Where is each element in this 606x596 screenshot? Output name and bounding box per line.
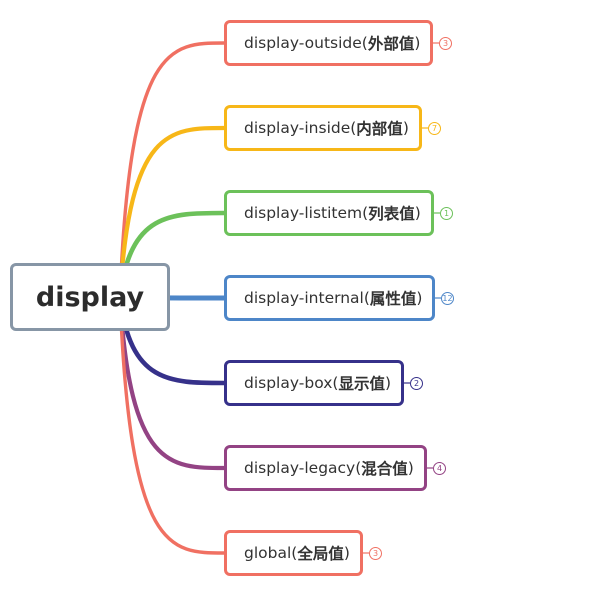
child-count-badge[interactable]: 2 [410,376,423,390]
node-close: ) [414,34,421,52]
node-suffix: 内部值 [356,120,403,138]
root-node-display[interactable]: display [10,263,170,331]
node-suffix: 列表值 [368,205,415,223]
node-suffix: 属性值 [369,290,417,308]
node-display-inside[interactable]: display-inside(内部值) [224,105,422,151]
node-label: display-legacy( [244,459,362,477]
node-display-internal[interactable]: display-internal(属性值) [224,275,436,321]
child-count-badge[interactable]: 1 [440,206,453,220]
node-display-listitem[interactable]: display-listitem(列表值) [224,190,434,236]
child-count-badge[interactable]: 3 [369,546,382,560]
node-close: ) [407,459,414,477]
node-suffix: 外部值 [367,35,415,53]
node-label: global( [244,544,298,562]
node-display-outside[interactable]: display-outside(外部值) [224,20,434,66]
child-count-badge[interactable]: 7 [428,121,441,135]
child-count-badge[interactable]: 3 [439,36,452,50]
node-suffix: 混合值 [361,460,408,478]
node-suffix: 显示值 [338,375,385,393]
node-close: ) [416,289,423,307]
child-count-badge[interactable]: 4 [433,461,446,475]
node-close: ) [384,374,392,392]
node-suffix: 全局值 [297,545,344,563]
root-label: display [35,281,145,313]
node-display-box[interactable]: display-box(显示值) [224,360,405,406]
node-label: display-box( [244,374,339,392]
node-label: display-outside( [244,34,368,52]
branch-curve [118,295,226,555]
node-label: display-listitem( [244,204,369,222]
node-label: display-internal( [244,289,370,307]
node-close: ) [414,204,421,222]
node-close: ) [402,119,409,137]
node-global[interactable]: global(全局值) [224,530,363,576]
child-count-badge[interactable]: 12 [441,291,454,305]
node-close: ) [343,544,350,562]
branch-curve [118,41,226,299]
node-display-legacy[interactable]: display-legacy(混合值) [224,445,427,491]
node-label: display-inside( [244,119,357,137]
